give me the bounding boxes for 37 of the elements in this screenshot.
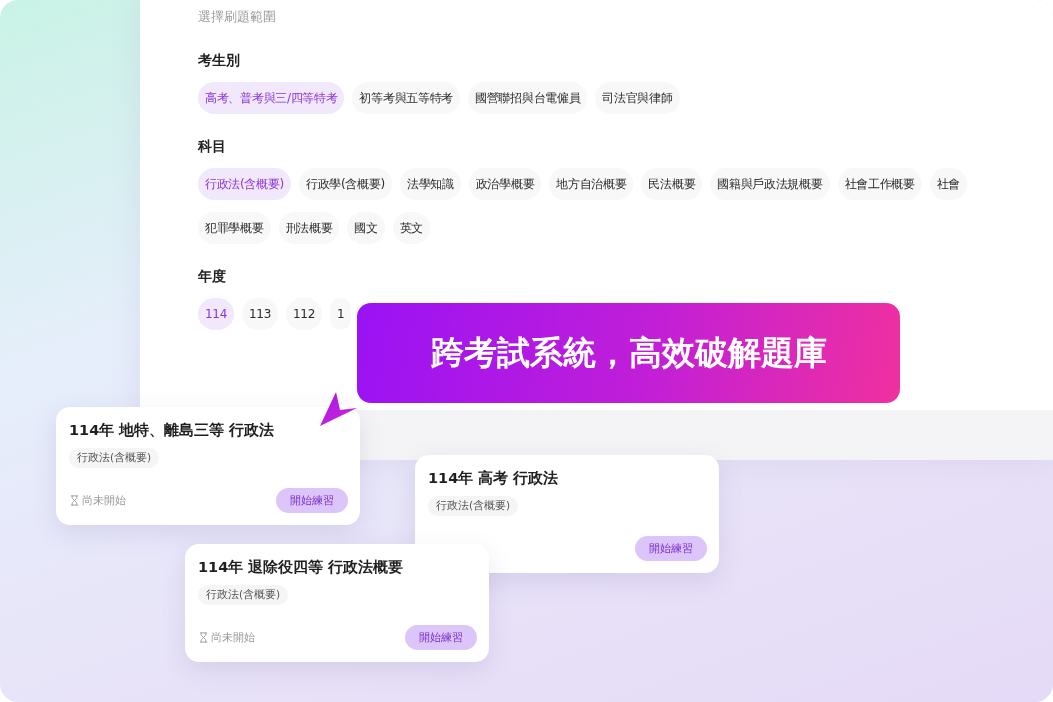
filter-chip[interactable]: 社會工作概要 xyxy=(837,168,922,200)
status-text: 尚未開始 xyxy=(211,630,255,645)
filter-chip[interactable]: 國營聯招與台電僱員 xyxy=(468,82,588,114)
card-title: 114年 高考 行政法 xyxy=(428,469,560,488)
filter-chip[interactable]: 刑法概要 xyxy=(278,212,340,244)
filter-chip[interactable]: 行政法(含概要) xyxy=(198,168,291,200)
filter-chip[interactable]: 地方自治概要 xyxy=(549,168,634,200)
filter-chip[interactable]: 初等考與五等特考 xyxy=(352,82,461,114)
filter-chip[interactable]: 112 xyxy=(286,298,323,330)
filter-chip[interactable]: 國籍與戶政法規概要 xyxy=(710,168,830,200)
filter-chip[interactable]: 民法概要 xyxy=(641,168,703,200)
section-title: 科目 xyxy=(198,138,227,156)
subject-tag: 行政法(含概要) xyxy=(198,585,289,605)
panel-heading: 選擇刷題範圍 xyxy=(198,8,277,26)
filter-chip[interactable]: 1 xyxy=(330,298,352,330)
start-button[interactable]: 開始練習 xyxy=(635,536,707,561)
card-title: 114年 地特、離島三等 行政法 xyxy=(69,421,276,440)
filter-chip[interactable]: 犯罪學概要 xyxy=(198,212,271,244)
start-button[interactable]: 開始練習 xyxy=(405,625,477,650)
promo-banner: 跨考試系統，高效破解題庫 xyxy=(357,303,900,403)
card-title: 114年 退除役四等 行政法概要 xyxy=(198,558,405,577)
filter-chip[interactable]: 高考、普考與三/四等特考 xyxy=(198,82,345,114)
filter-chip[interactable]: 國文 xyxy=(347,212,385,244)
subject-tag: 行政法(含概要) xyxy=(428,496,519,516)
section-title: 考生別 xyxy=(198,52,241,70)
status-text: 尚未開始 xyxy=(82,493,126,508)
subject-tag: 行政法(含概要) xyxy=(69,448,160,468)
filter-chip[interactable]: 政治學概要 xyxy=(468,168,542,200)
filter-chip[interactable]: 司法官與律師 xyxy=(595,82,680,114)
filter-chip[interactable]: 社會 xyxy=(929,168,968,200)
section-title: 年度 xyxy=(198,268,227,286)
filter-chip[interactable]: 行政學(含概要) xyxy=(298,168,392,200)
filter-chip[interactable]: 113 xyxy=(242,298,279,330)
filter-chip[interactable]: 114 xyxy=(198,298,234,330)
start-button[interactable]: 開始練習 xyxy=(276,488,348,513)
filter-chip[interactable]: 法學知識 xyxy=(399,168,461,200)
filter-chip[interactable]: 英文 xyxy=(392,212,431,244)
